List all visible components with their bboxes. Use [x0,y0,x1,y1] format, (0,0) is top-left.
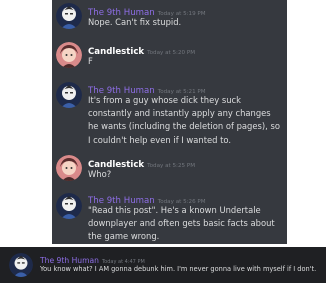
message-text: Who? [88,169,112,179]
human-avatar-icon[interactable] [56,82,82,108]
human-avatar-icon[interactable] [56,193,82,219]
message-text: Nope. Can't fix stupid. [88,17,182,27]
human-avatar-icon[interactable] [9,253,33,277]
bottom-message: The 9th Human Today at 4:47 PM You know w… [0,247,326,283]
message-text: F [88,56,93,66]
chat-panel: The 9th Human Today at 5:19 PM Nope. Can'… [52,0,287,244]
message-text: You know what? I AM gonna debunk him. I'… [40,265,317,273]
message-text: It's from a guy whose dick they suck con… [88,95,280,145]
candlestick-avatar-icon[interactable] [56,42,82,68]
candlestick-avatar-icon[interactable] [56,155,82,181]
human-avatar-icon[interactable] [56,3,82,29]
message-text: "Read this post". He's a known Undertale… [88,205,275,242]
